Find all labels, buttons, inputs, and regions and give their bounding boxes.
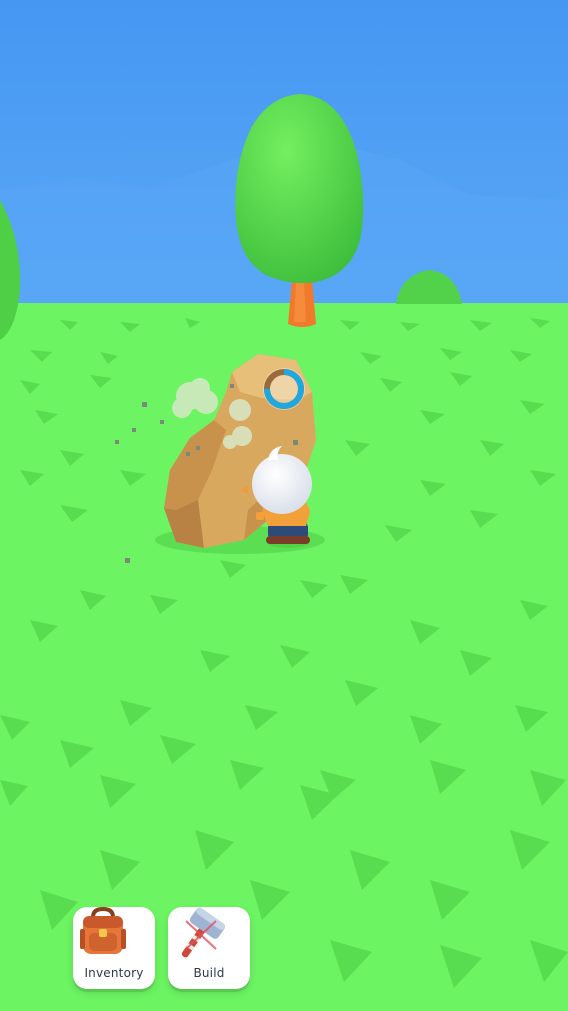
game-scene[interactable]: Inventory Build — [0, 0, 568, 1011]
action-progress-ring — [263, 368, 305, 410]
inventory-button[interactable]: Inventory — [73, 907, 155, 989]
hammer-icon — [181, 907, 226, 958]
backpack-icon — [80, 907, 126, 954]
inventory-label: Inventory — [84, 966, 144, 980]
game-world — [0, 0, 568, 1011]
build-button[interactable]: Build — [168, 907, 250, 989]
build-label: Build — [193, 966, 225, 980]
